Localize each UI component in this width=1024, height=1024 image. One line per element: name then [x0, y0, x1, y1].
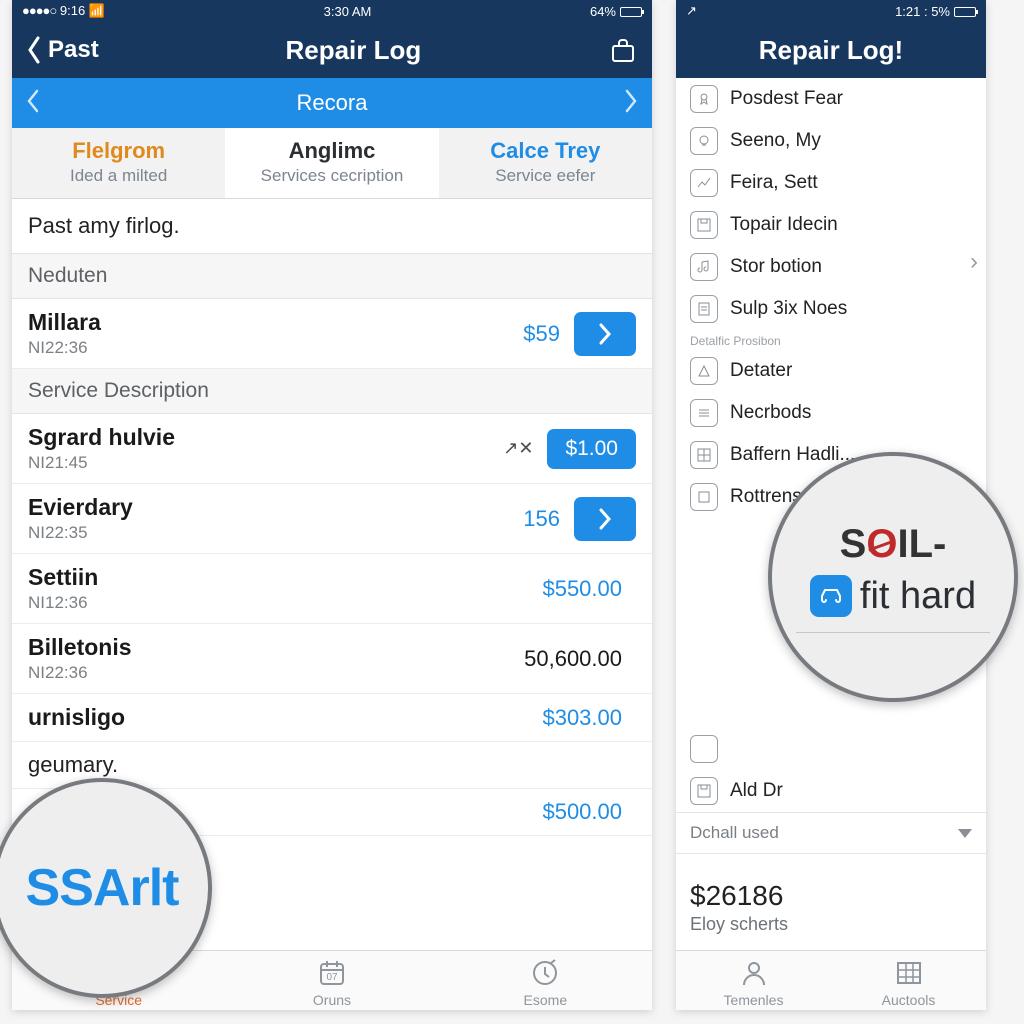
- badge-icon: [690, 85, 718, 113]
- menu-list: Posdest Fear Seeno, My Feira, Sett Topai…: [676, 78, 986, 812]
- summary-amount: $26186: [690, 880, 972, 912]
- list-row[interactable]: Settiin NI12:36 $550.00: [12, 554, 652, 624]
- status-bar: ●●●●○ 9:16 📶 3:30 AM 64%: [12, 0, 652, 22]
- section-header-0: Neduten: [12, 254, 652, 299]
- row-price: $59: [523, 321, 560, 347]
- list-row[interactable]: Billetonis NI22:36 50,600.00: [12, 624, 652, 694]
- row-detail-button[interactable]: [574, 497, 636, 541]
- battery-icon: [620, 7, 642, 17]
- tab-1[interactable]: Anglimc Services cecription: [225, 128, 438, 198]
- tab-0[interactable]: Flelgrom Ided a milted: [12, 128, 225, 198]
- square-icon: [690, 483, 718, 511]
- calendar-icon: 07: [316, 957, 348, 989]
- menu-item[interactable]: Sulp 3ix Noes: [676, 288, 986, 330]
- menu-item[interactable]: Stor botion: [676, 246, 986, 288]
- row-detail-button[interactable]: [574, 312, 636, 356]
- save-icon: [690, 777, 718, 805]
- menu-item[interactable]: Feira, Sett: [676, 162, 986, 204]
- nav-bar: Repair Log!: [676, 22, 986, 78]
- dropdown-used[interactable]: Dchall used: [676, 812, 986, 854]
- table-icon: [893, 957, 925, 989]
- back-button[interactable]: Past: [26, 36, 99, 64]
- save-icon: [690, 211, 718, 239]
- car-icon: [810, 575, 852, 617]
- person-icon: [738, 957, 770, 989]
- nav-title: Repair Log: [99, 35, 608, 66]
- menu-item[interactable]: Ald Dr: [676, 770, 986, 812]
- strike-o: O: [866, 522, 897, 566]
- summary-label: Eloy scherts: [690, 914, 972, 935]
- signal-dots: ●●●●○: [22, 3, 56, 18]
- list-title: Past amy firlog.: [12, 199, 652, 254]
- nav-bar: Past Repair Log: [12, 22, 652, 78]
- subbar-next[interactable]: [624, 89, 638, 118]
- list-row[interactable]: Evierdary NI22:35 156: [12, 484, 652, 554]
- list-row[interactable]: Sgrard hulvie NI21:45 ↗✕ $1.00: [12, 414, 652, 484]
- status-time-left: 9:16: [60, 3, 85, 18]
- chevron-right-icon[interactable]: ›: [970, 248, 978, 276]
- nav-title: Repair Log!: [759, 35, 903, 66]
- svg-text:07: 07: [326, 972, 338, 983]
- row-price-button[interactable]: $1.00: [547, 429, 636, 469]
- link-arrow-icon: ↗✕: [503, 438, 533, 459]
- briefcase-icon[interactable]: [608, 35, 638, 65]
- row-price: $550.00: [542, 576, 622, 602]
- bottom-tab-bar: Temenles Auctools: [676, 950, 986, 1010]
- section-label: Detalfic Prosibon: [676, 330, 986, 350]
- tab-temenles[interactable]: Temenles: [676, 957, 831, 1008]
- tab-2[interactable]: Calce Trey Service eefer: [439, 128, 652, 198]
- battery-icon: [954, 7, 976, 17]
- menu-item[interactable]: Detater: [676, 350, 986, 392]
- list-row[interactable]: urnisligo $303.00: [12, 694, 652, 742]
- menu-item[interactable]: Posdest Fear: [676, 78, 986, 120]
- magnifier-left-text: SSArlt: [26, 858, 179, 918]
- menu-item[interactable]: Topair Idecin: [676, 204, 986, 246]
- doc-icon: [690, 295, 718, 323]
- triangle-icon: [690, 357, 718, 385]
- summary: $26186 Eloy scherts: [676, 854, 986, 943]
- menu-item[interactable]: Necrbods: [676, 392, 986, 434]
- status-bar: ↗ 1:21 : 5%: [676, 0, 986, 22]
- tab-auctools[interactable]: Auctools: [831, 957, 986, 1008]
- music-icon: [690, 253, 718, 281]
- magnifier-right: SOIL- fit hard: [768, 452, 1018, 702]
- status-time-center: 3:30 AM: [105, 4, 590, 19]
- row-price: $500.00: [542, 799, 622, 825]
- tabs: Flelgrom Ided a milted Anglimc Services …: [12, 128, 652, 199]
- caret-down-icon: [958, 829, 972, 838]
- section-header-1: Service Description: [12, 369, 652, 414]
- lines-icon: [690, 399, 718, 427]
- subbar-label: Recora: [40, 90, 624, 116]
- chart-icon: [690, 169, 718, 197]
- arrow-icon: ↗: [686, 3, 697, 19]
- tab-esome[interactable]: Esome: [439, 957, 652, 1008]
- subbar-prev[interactable]: [26, 89, 40, 118]
- row-price: 156: [523, 506, 560, 532]
- battery-pct: 64%: [590, 4, 616, 19]
- row-price: 50,600.00: [524, 646, 622, 672]
- bulb-icon: [690, 127, 718, 155]
- magnifier-left: SSArlt: [0, 778, 212, 998]
- back-label: Past: [48, 36, 99, 64]
- grid-icon: [690, 441, 718, 469]
- tab-oruns[interactable]: 07 Oruns: [225, 957, 438, 1008]
- menu-item[interactable]: [676, 728, 986, 770]
- clock-check-icon: [529, 957, 561, 989]
- magnifier-right-text: fit hard: [860, 575, 976, 618]
- row-price: $303.00: [542, 705, 622, 731]
- status-time-right: 1:21 : 5%: [895, 4, 950, 19]
- menu-item[interactable]: Seeno, My: [676, 120, 986, 162]
- square-icon: [690, 735, 718, 763]
- chevron-left-icon: [26, 36, 42, 64]
- sub-bar: Recora: [12, 78, 652, 128]
- wifi-icon: 📶: [89, 3, 105, 18]
- list-row[interactable]: Millara NI22:36 $59: [12, 299, 652, 369]
